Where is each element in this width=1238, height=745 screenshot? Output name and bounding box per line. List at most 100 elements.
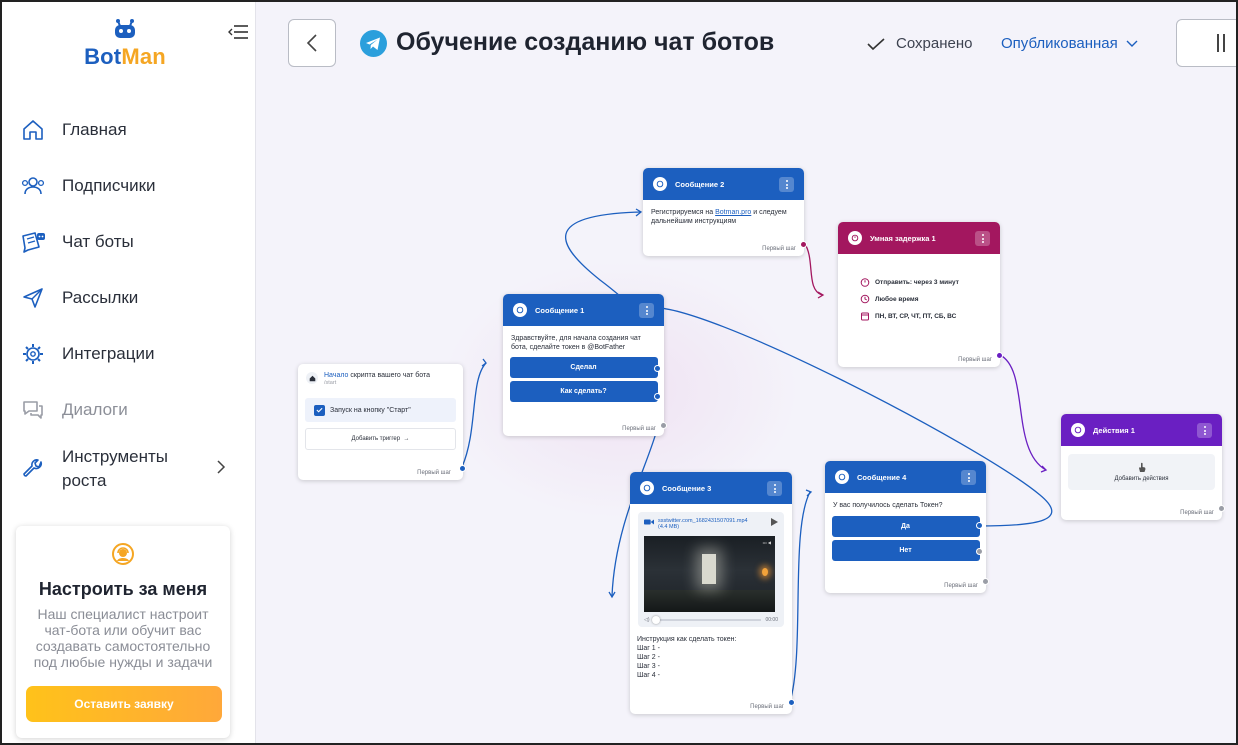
message-icon [513, 303, 527, 317]
page-title: Обучение созданию чат ботов [396, 28, 775, 56]
output-port[interactable] [976, 522, 983, 529]
node-header: Действия 1 [1061, 414, 1222, 446]
add-trigger-button[interactable]: Добавить триггер → [305, 428, 456, 450]
button-no[interactable]: Нет [831, 540, 980, 561]
nav-item-home[interactable]: Главная [2, 102, 256, 158]
leave-request-button[interactable]: Оставить заявку [26, 686, 222, 722]
node-title: Сообщение 2 [675, 179, 725, 189]
check-icon [867, 37, 885, 50]
chevron-left-icon [306, 34, 317, 52]
logo-man: Man [121, 44, 166, 69]
start-title-highlight: Начало [324, 372, 349, 379]
node-footer: Первый шаг [762, 246, 796, 252]
promo-card: Настроить за меня Наш специалист настрои… [16, 526, 230, 738]
wrench-icon [20, 456, 46, 482]
kebab-menu-icon[interactable] [1197, 423, 1212, 438]
timer-icon [860, 278, 870, 287]
nav-item-integrations[interactable]: Интеграции [2, 326, 256, 382]
output-port[interactable] [982, 578, 989, 585]
output-port[interactable] [996, 352, 1003, 359]
node-footer: Первый шаг [417, 470, 451, 476]
node-title: Умная задержка 1 [870, 233, 936, 243]
video-attachment[interactable]: ssstwitter.com_1682431507091.mp4 (4.4 MB… [638, 512, 784, 627]
nav-label: Интеграции [62, 344, 155, 363]
kebab-menu-icon[interactable] [767, 481, 782, 496]
output-port[interactable] [788, 699, 795, 706]
node-header: Сообщение 2 [643, 168, 804, 200]
kebab-menu-icon[interactable] [975, 231, 990, 246]
publish-status-dropdown[interactable]: Опубликованная [1001, 35, 1138, 52]
output-port[interactable] [654, 365, 661, 372]
volume-icon[interactable]: ◁) [644, 617, 650, 623]
output-port[interactable] [660, 422, 667, 429]
video-thumbnail[interactable]: ••• ◀ [644, 536, 775, 612]
button-yes[interactable]: Да [831, 516, 980, 537]
kebab-menu-icon[interactable] [639, 303, 654, 318]
nav-item-subscribers[interactable]: Подписчики [2, 158, 256, 214]
nav-item-chatbots[interactable]: Чат боты [2, 214, 256, 270]
output-port[interactable] [459, 465, 466, 472]
message-2-node[interactable]: Сообщение 2 Регистрируемся на Botman.pro… [643, 168, 807, 256]
progress-knob[interactable] [651, 616, 660, 624]
node-footer: Первый шаг [1180, 510, 1214, 516]
output-port[interactable] [1218, 505, 1225, 512]
start-subtitle: /start [324, 380, 337, 386]
smart-delay-node[interactable]: Умная задержка 1 Отправить: через 3 мину… [838, 222, 1003, 367]
output-port[interactable] [654, 393, 661, 400]
node-title: Сообщение 1 [535, 305, 585, 315]
node-text: У вас получилось сделать Токен? [833, 502, 943, 509]
nav-item-mailings[interactable]: Рассылки [2, 270, 256, 326]
node-header: Сообщение 4 [825, 461, 986, 493]
link-msg2-to-delay [804, 243, 823, 296]
delay-days-row: ПН, ВТ, СР, ЧТ, ПТ, СБ, ВС [860, 311, 1000, 321]
logo-bot: Bot [84, 44, 122, 69]
add-action-button[interactable]: Добавить действия [1068, 454, 1215, 490]
main-nav: Главная Подписчики Чат боты Рассылки Инт… [2, 102, 256, 500]
node-header: Сообщение 1 [503, 294, 664, 326]
send-icon [20, 285, 46, 311]
logo[interactable]: BotMan [80, 18, 170, 70]
nav-item-growth-tools[interactable]: Инструменты роста [2, 438, 256, 500]
pause-button[interactable] [1176, 19, 1238, 67]
kebab-menu-icon[interactable] [779, 177, 794, 192]
nav-label: Рассылки [62, 288, 139, 307]
saved-label: Сохранено [896, 35, 973, 52]
integrations-icon [20, 341, 46, 367]
message-1-node[interactable]: Сообщение 1 Здравствуйте, для начала соз… [503, 294, 667, 436]
kebab-menu-icon[interactable] [961, 470, 976, 485]
action-icon [1071, 423, 1085, 437]
nav-item-dialogs[interactable]: Диалоги [2, 382, 256, 438]
back-button[interactable] [288, 19, 336, 67]
video-camera-icon [644, 519, 654, 525]
node-footer: Первый шаг [750, 704, 784, 710]
checkbox-checked-icon [314, 404, 325, 416]
node-title: Сообщение 3 [662, 483, 712, 493]
support-agent-icon [112, 543, 134, 565]
delay-send-row: Отправить: через 3 минут [860, 277, 1000, 287]
start-title-rest: скрипта вашего чат бота [348, 372, 431, 379]
delay-time-row: Любое время [860, 294, 1000, 304]
dialogs-icon [20, 397, 46, 423]
video-progress[interactable] [651, 616, 762, 624]
message-4-node[interactable]: Сообщение 4 У вас получилось сделать Ток… [825, 461, 989, 593]
output-port[interactable] [800, 241, 807, 248]
start-node[interactable]: Начало скрипта вашего чат бота /start За… [298, 364, 466, 480]
node-title: Сообщение 4 [857, 472, 907, 482]
button-how-to[interactable]: Как сделать? [509, 381, 658, 402]
output-port[interactable] [976, 548, 983, 555]
collapse-menu-icon[interactable] [228, 22, 250, 42]
botman-link[interactable]: Botman.pro [715, 209, 751, 216]
button-sdelal[interactable]: Сделал [509, 357, 658, 378]
promo-text: Наш специалист настроит чат-бота или обу… [33, 606, 213, 670]
message-icon [640, 481, 654, 495]
calendar-icon [861, 312, 869, 321]
node-header: Сообщение 3 [630, 472, 792, 504]
status-label: Опубликованная [1001, 35, 1118, 52]
link-msg3-to-msg4 [789, 491, 811, 703]
message-3-node[interactable]: Сообщение 3 ssstwitter.com_1682431507091… [630, 472, 795, 714]
actions-node[interactable]: Действия 1 Добавить действия Первый шаг [1061, 414, 1225, 520]
start-trigger[interactable]: Запуск на кнопку "Старт" [305, 398, 456, 422]
node-text: Инструкция как сделать токен: Шаг 1 - Ша… [637, 636, 737, 679]
saved-indicator: Сохранено [866, 35, 972, 52]
play-icon[interactable] [771, 518, 778, 526]
